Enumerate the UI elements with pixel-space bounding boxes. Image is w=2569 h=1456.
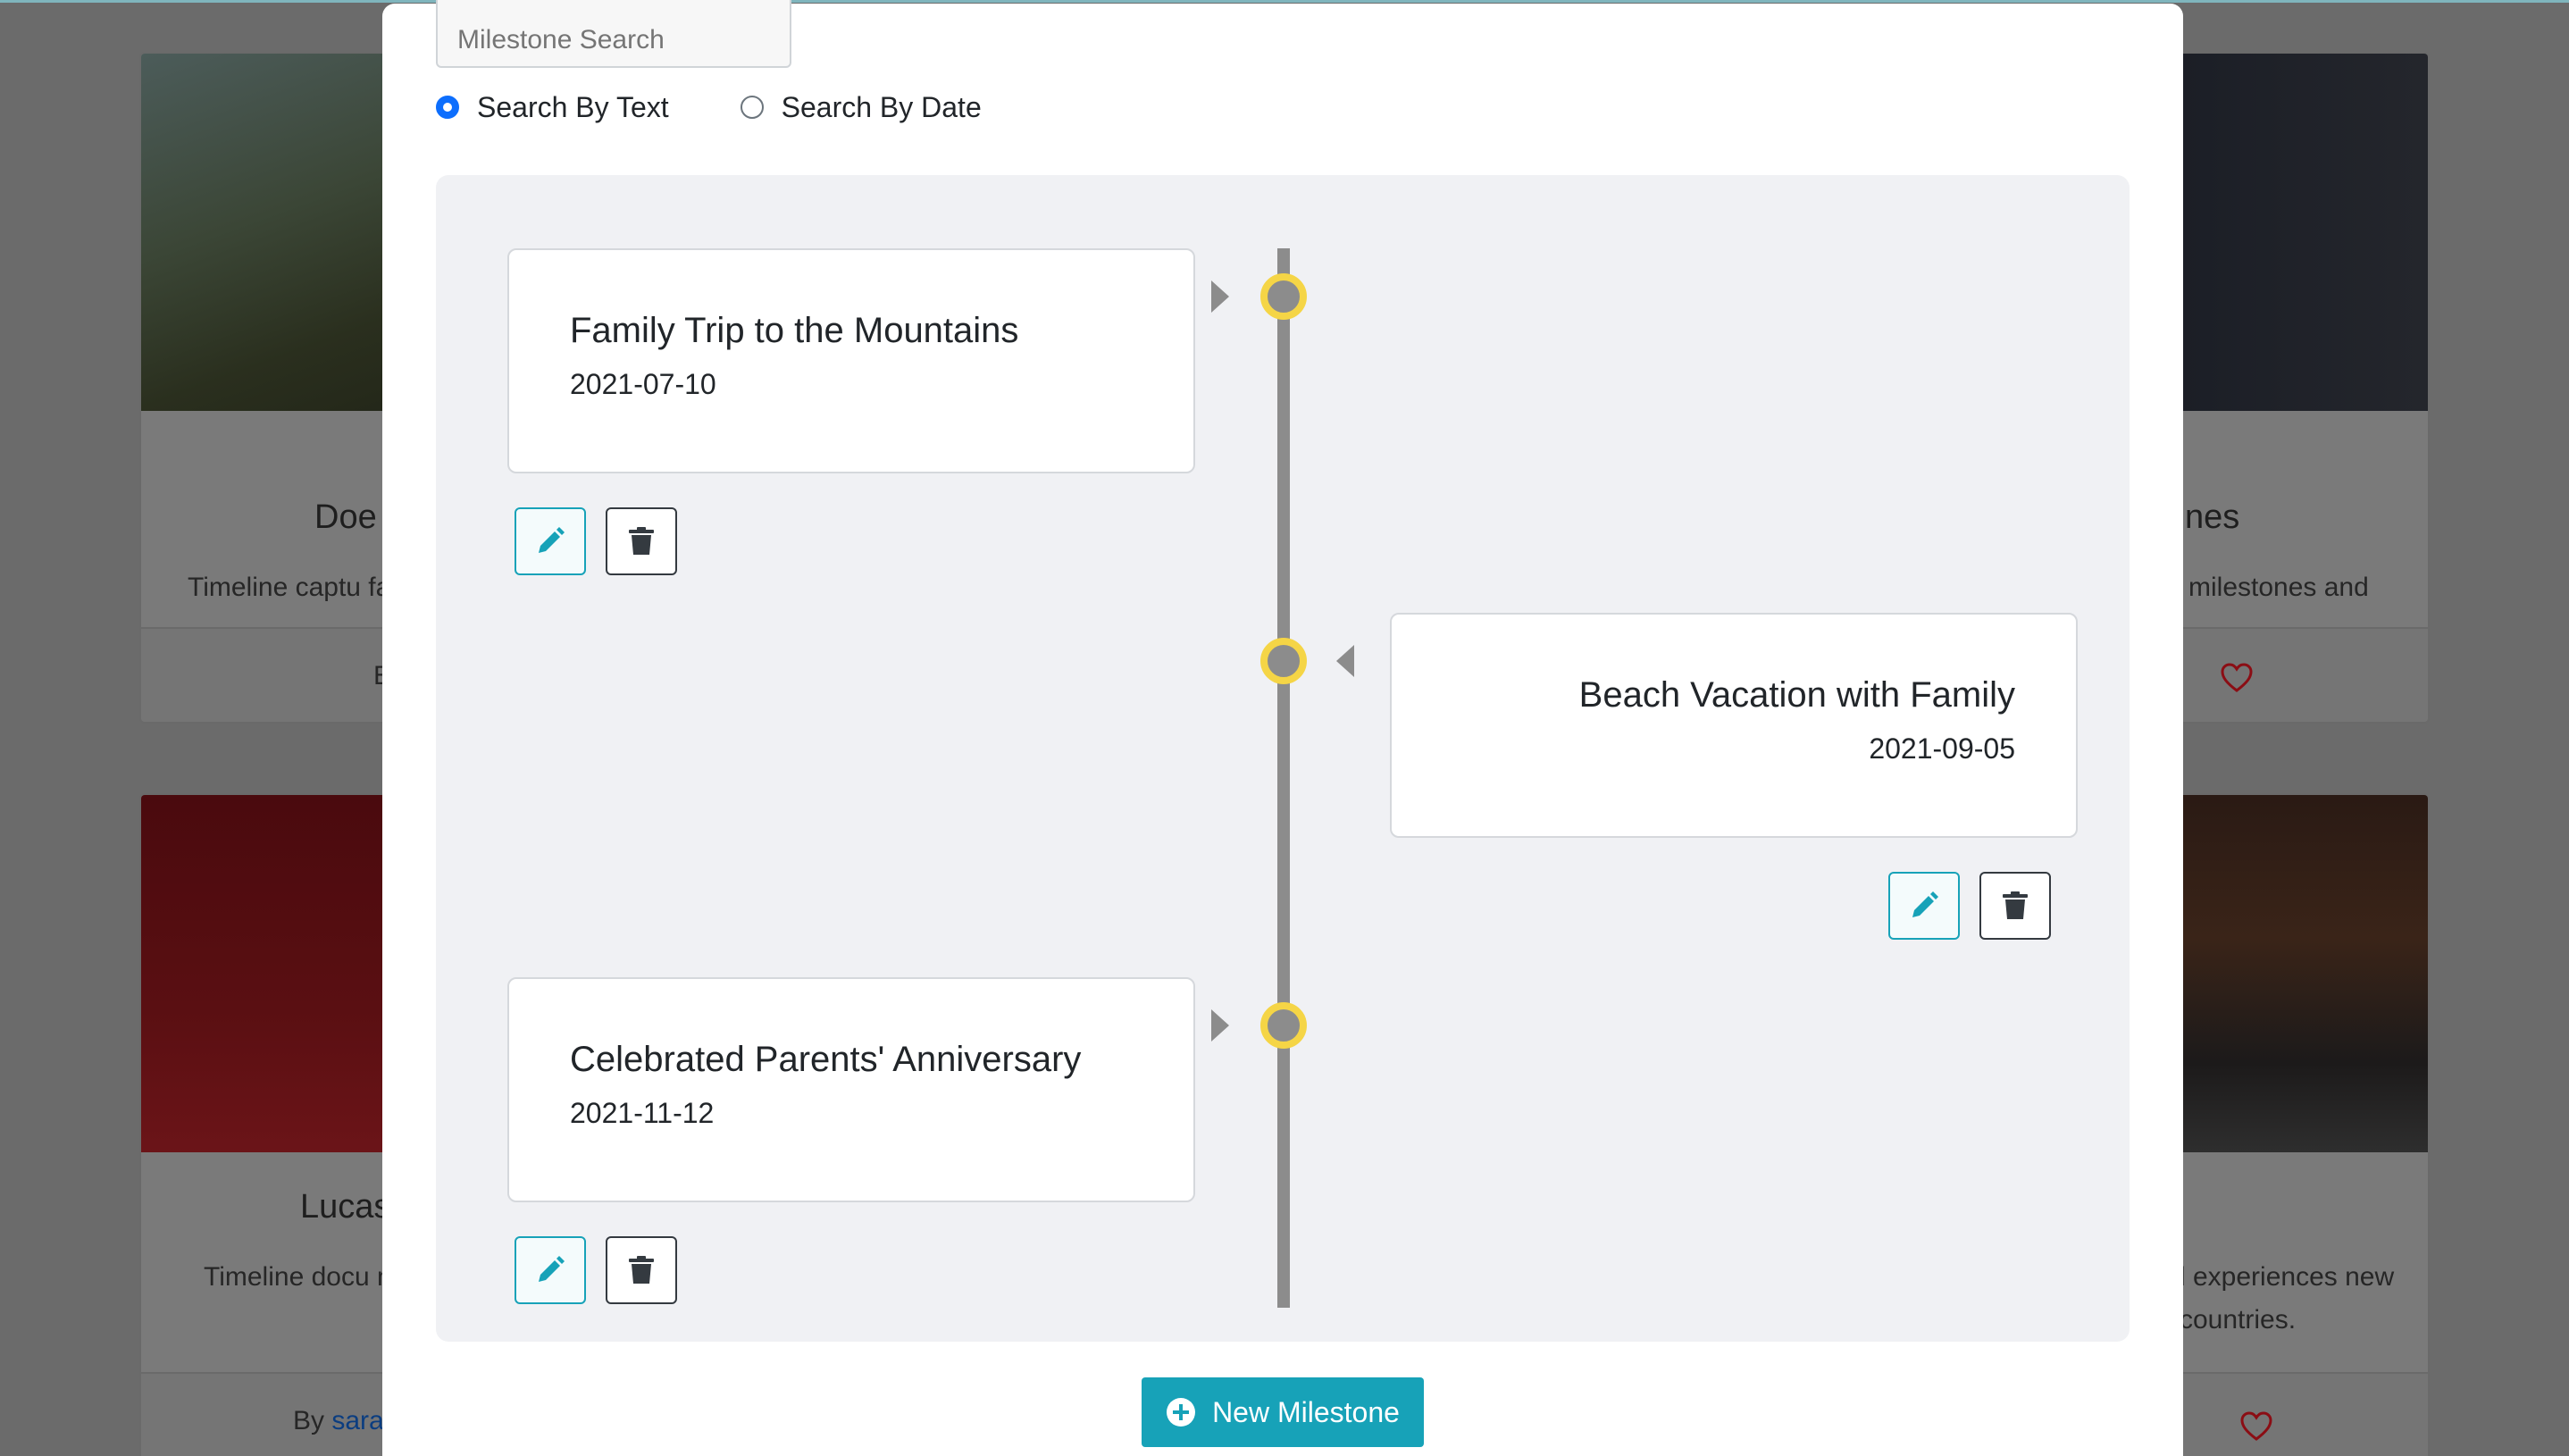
milestone-title: Celebrated Parents' Anniversary [570, 1040, 1082, 1079]
byline-user-link[interactable]: sara [331, 1406, 383, 1435]
heart-icon[interactable] [2240, 1411, 2272, 1442]
milestone-card[interactable]: Beach Vacation with Family 2021-09-05 [1390, 613, 2078, 838]
trash-icon [629, 1256, 654, 1284]
milestone-date: 2021-07-10 [570, 368, 716, 400]
radio-label[interactable]: Search By Date [782, 91, 982, 124]
delete-milestone-button[interactable] [606, 1236, 677, 1304]
timeline-node [1260, 273, 1307, 320]
milestone-card[interactable]: Celebrated Parents' Anniversary 2021-11-… [507, 977, 1195, 1202]
radio-unchecked-icon[interactable] [740, 96, 764, 119]
plus-circle-icon [1167, 1398, 1196, 1427]
new-milestone-label: New Milestone [1212, 1395, 1400, 1428]
delete-milestone-button[interactable] [1979, 872, 2051, 940]
pencil-icon [539, 527, 565, 553]
milestone-modal: Search By Text Search By Date Family Tri… [382, 0, 2183, 1456]
pointer-right-icon [1211, 1009, 1229, 1042]
card-byline: By sara [293, 1406, 384, 1436]
timeline-axis [1277, 248, 1290, 1308]
pencil-icon [1912, 891, 1938, 917]
byline-prefix: By [293, 1406, 325, 1435]
milestone-search-input[interactable] [436, 0, 791, 68]
heart-icon[interactable] [2221, 663, 2253, 693]
edit-milestone-button[interactable] [515, 1236, 586, 1304]
search-mode-radio-group: Search By Text Search By Date [436, 88, 1053, 127]
pointer-left-icon [1336, 645, 1354, 677]
timeline-panel: Family Trip to the Mountains 2021-07-10 … [436, 175, 2130, 1342]
timeline-node [1260, 1002, 1307, 1049]
top-accent-line [0, 0, 2569, 3]
milestone-title: Family Trip to the Mountains [570, 311, 1019, 350]
delete-milestone-button[interactable] [606, 507, 677, 575]
radio-search-by-date[interactable]: Search By Date [740, 91, 982, 124]
milestone-date: 2021-09-05 [1869, 732, 2015, 765]
new-milestone-button[interactable]: New Milestone [1142, 1377, 1424, 1447]
trash-icon [2003, 891, 2028, 919]
edit-milestone-button[interactable] [1888, 872, 1960, 940]
radio-search-by-text[interactable]: Search By Text [436, 91, 669, 124]
pencil-icon [539, 1256, 565, 1282]
milestone-title: Beach Vacation with Family [1578, 675, 2015, 715]
radio-checked-icon[interactable] [436, 96, 459, 119]
trash-icon [629, 527, 654, 555]
milestone-date: 2021-11-12 [570, 1097, 715, 1129]
edit-milestone-button[interactable] [515, 507, 586, 575]
milestone-card[interactable]: Family Trip to the Mountains 2021-07-10 [507, 248, 1195, 473]
radio-label[interactable]: Search By Text [477, 91, 669, 124]
timeline-node [1260, 638, 1307, 684]
pointer-right-icon [1211, 280, 1229, 313]
